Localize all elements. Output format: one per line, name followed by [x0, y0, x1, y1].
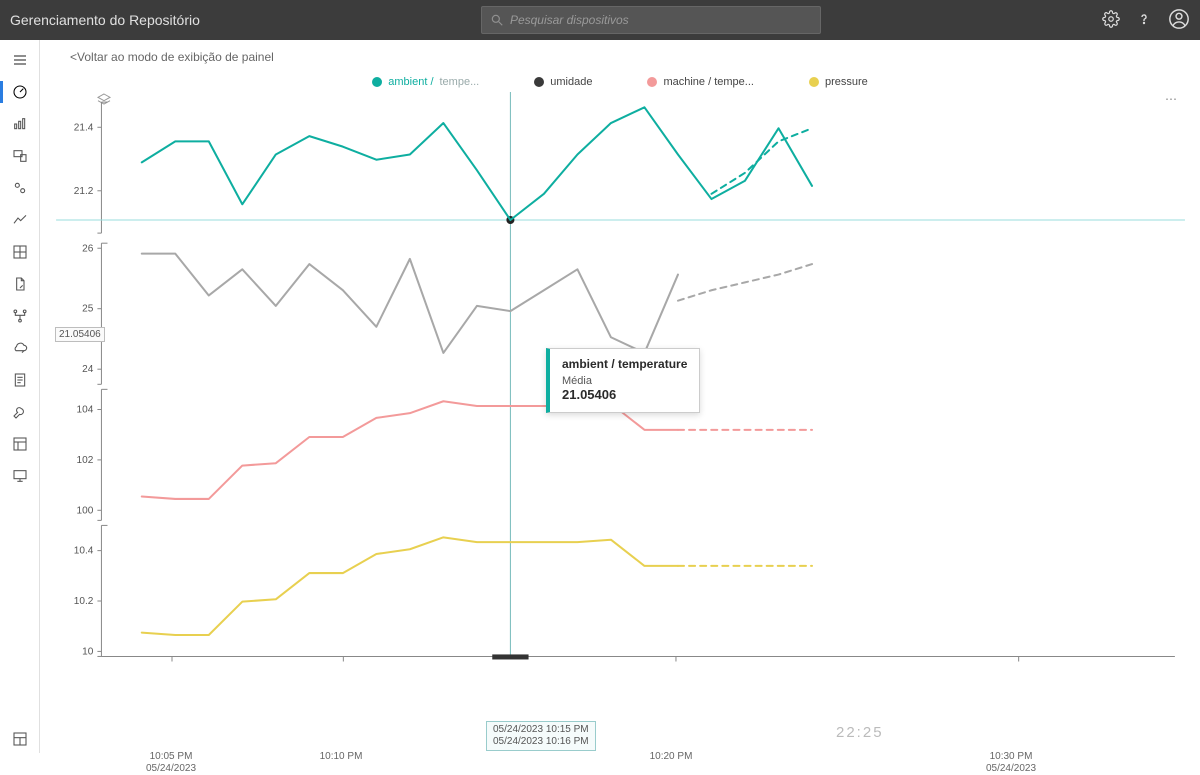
crosshair-tooltip: ambient / temperature Média 21.05406: [546, 348, 700, 413]
x-axis-tick: 10:30 PM05/24/2023: [986, 751, 1036, 775]
x-axis-tick: 10:05 PM05/24/2023: [146, 751, 196, 775]
nav-monitor-icon[interactable]: [0, 462, 40, 490]
chart-area[interactable]: ⋯ 21.421.226252410410210010.410.210 21.0…: [46, 92, 1185, 723]
nav-layout-icon[interactable]: [0, 725, 40, 753]
hamburger-icon[interactable]: [0, 46, 40, 74]
nav-cloud-icon[interactable]: [0, 334, 40, 362]
svg-text:100: 100: [77, 505, 94, 516]
legend-item-pressure[interactable]: pressure: [809, 76, 868, 88]
chart-legend: ambient / tempe... umidade machine / tem…: [40, 70, 1200, 92]
legend-dot-icon: [647, 77, 657, 87]
svg-text:104: 104: [77, 405, 94, 416]
legend-dot-icon: [534, 77, 544, 87]
svg-text:21.4: 21.4: [74, 122, 94, 133]
svg-text:25: 25: [82, 304, 94, 315]
svg-text:10: 10: [82, 646, 94, 657]
nav-export-icon[interactable]: [0, 270, 40, 298]
svg-text:10.2: 10.2: [74, 596, 94, 607]
settings-icon[interactable]: [1102, 10, 1120, 31]
top-header: Gerenciamento do Repositório Pesquisar d…: [0, 0, 1200, 40]
app-title: Gerenciamento do Repositório: [10, 12, 200, 28]
nav-devices-icon[interactable]: [0, 142, 40, 170]
nav-line-chart-icon[interactable]: [0, 206, 40, 234]
help-icon[interactable]: [1136, 11, 1152, 30]
tooltip-series: ambient / temperature: [562, 357, 687, 371]
svg-text:21.2: 21.2: [74, 186, 94, 197]
nav-bar-chart-icon[interactable]: [0, 110, 40, 138]
nav-table-icon[interactable]: [0, 430, 40, 458]
svg-text:26: 26: [82, 243, 94, 254]
legend-dot-icon: [809, 77, 819, 87]
search-icon: [490, 13, 504, 27]
nav-dashboard-icon[interactable]: [0, 78, 40, 106]
search-placeholder: Pesquisar dispositivos: [510, 13, 629, 27]
main-content: <Voltar ao modo de exibição de painel am…: [40, 40, 1200, 753]
svg-text:10.4: 10.4: [74, 546, 94, 557]
search-input[interactable]: Pesquisar dispositivos: [481, 6, 821, 34]
svg-text:24: 24: [82, 364, 94, 375]
crosshair-x-time: 05/24/2023 10:15 PM 05/24/2023 10:16 PM: [486, 721, 596, 751]
nav-flow-icon[interactable]: [0, 302, 40, 330]
svg-text:102: 102: [77, 455, 94, 466]
tooltip-metric: Média: [562, 375, 687, 387]
legend-dot-icon: [372, 77, 382, 87]
crosshair-y-value: 21.05406: [55, 327, 105, 342]
legend-item-umidade[interactable]: umidade: [534, 76, 592, 88]
header-right: [1102, 8, 1190, 33]
sidebar: [0, 40, 40, 753]
back-link[interactable]: <Voltar ao modo de exibição de painel: [40, 40, 1200, 70]
tooltip-value: 21.05406: [562, 387, 687, 402]
nav-wrench-icon[interactable]: [0, 398, 40, 426]
account-icon[interactable]: [1168, 8, 1190, 33]
body-row: <Voltar ao modo de exibição de painel am…: [0, 40, 1200, 753]
header-center: Pesquisar dispositivos: [200, 6, 1102, 34]
nav-grid-icon[interactable]: [0, 238, 40, 266]
nav-gears-icon[interactable]: [0, 174, 40, 202]
legend-item-ambient[interactable]: ambient / tempe...: [372, 76, 479, 88]
legend-item-machine[interactable]: machine / tempe...: [647, 76, 754, 88]
now-label: 22:25: [836, 724, 884, 741]
nav-report-icon[interactable]: [0, 366, 40, 394]
